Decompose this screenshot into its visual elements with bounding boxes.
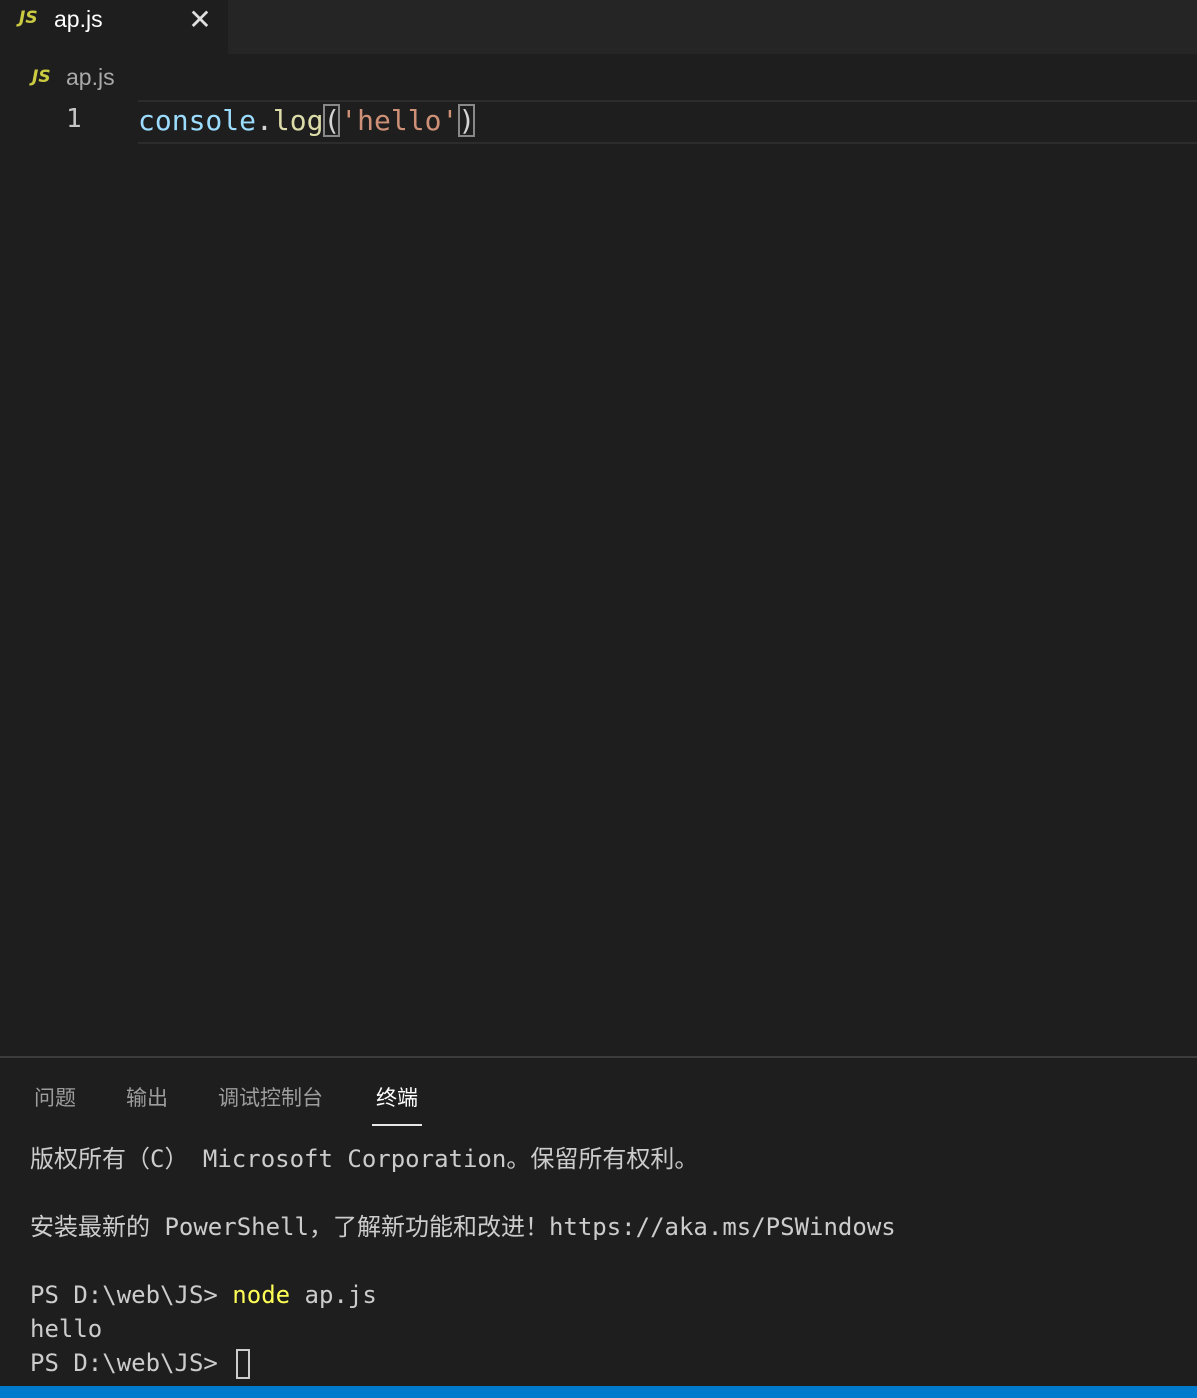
token-string: 'hello': [340, 104, 459, 137]
terminal-output[interactable]: 版权所有（C） Microsoft Corporation。保留所有权利。 安装…: [30, 1142, 1190, 1380]
tab-terminal[interactable]: 终端: [372, 1082, 422, 1126]
breadcrumb-item-file[interactable]: ap.js: [66, 64, 115, 91]
token-function: log: [272, 104, 324, 137]
javascript-file-icon: JS: [19, 8, 38, 28]
vscode-window: JS ap.js ✕ JS ap.js 1 console.log('hello…: [0, 0, 1197, 1398]
token-close-paren: ): [458, 104, 476, 137]
editor-tab-bar: JS ap.js ✕: [0, 0, 1197, 54]
terminal-line-prompt: PS D:\web\JS>: [30, 1346, 1190, 1380]
line-number: 1: [66, 104, 82, 134]
terminal-prompt: PS D:\web\JS>: [30, 1281, 233, 1309]
bottom-panel: 问题 输出 调试控制台 终端 版权所有（C） Microsoft Corpora…: [0, 1056, 1197, 1386]
tab-ap-js[interactable]: JS ap.js ✕: [0, 0, 228, 54]
panel-tab-bar: 问题 输出 调试控制台 终端: [0, 1058, 1197, 1130]
tab-debug-console[interactable]: 调试控制台: [218, 1082, 323, 1124]
tab-output[interactable]: 输出: [126, 1082, 168, 1124]
terminal-cursor: [236, 1349, 251, 1379]
tab-problems[interactable]: 问题: [34, 1082, 76, 1124]
close-icon[interactable]: ✕: [187, 6, 213, 34]
terminal-prompt: PS D:\web\JS>: [30, 1349, 233, 1377]
terminal-command-args: ap.js: [290, 1281, 377, 1309]
terminal-command-name: node: [232, 1281, 291, 1309]
terminal-line-install-hint: 安装最新的 PowerShell，了解新功能和改进！https://aka.ms…: [30, 1213, 896, 1241]
status-bar: [0, 1386, 1197, 1398]
javascript-file-icon: JS: [32, 67, 51, 87]
code-line[interactable]: console.log('hello'): [138, 102, 476, 140]
code-editor[interactable]: 1 console.log('hello'): [0, 98, 1197, 1056]
terminal-line-command: PS D:\web\JS> node ap.js: [30, 1278, 1190, 1312]
breadcrumb: JS ap.js: [0, 60, 1197, 96]
token-dot: .: [256, 104, 273, 137]
terminal-line-copyright: 版权所有（C） Microsoft Corporation。保留所有权利。: [30, 1145, 699, 1173]
tab-label: ap.js: [54, 6, 103, 32]
token-open-paren: (: [323, 104, 341, 137]
token-object: console: [138, 104, 257, 137]
terminal-line-result: hello: [30, 1315, 103, 1343]
